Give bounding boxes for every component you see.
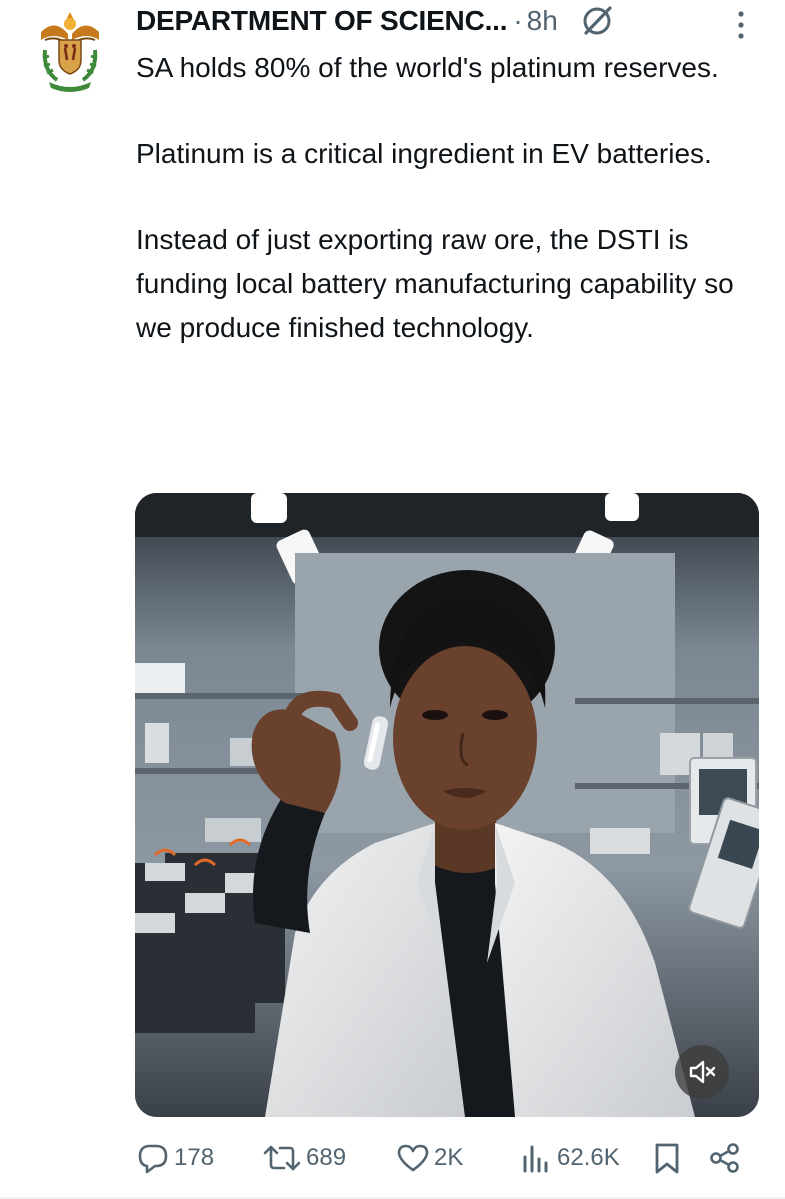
bookmark-button[interactable]: [652, 1136, 682, 1180]
mute-button[interactable]: [675, 1045, 729, 1099]
like-count: 2K: [434, 1144, 464, 1171]
share-icon: [710, 1143, 739, 1173]
post-text: SA holds 80% of the world's platinum res…: [136, 46, 756, 350]
post-paragraph: Instead of just exporting raw ore, the D…: [136, 224, 734, 343]
lab-scientist-image: [135, 493, 759, 1117]
more-options-icon[interactable]: [733, 10, 749, 40]
post-paragraph: SA holds 80% of the world's platinum res…: [136, 52, 719, 83]
separator-dot: ·: [513, 5, 523, 36]
share-button[interactable]: [708, 1136, 742, 1180]
repost-count: 689: [306, 1144, 347, 1171]
mute-icon: [689, 1060, 716, 1084]
repost-button[interactable]: 689: [262, 1136, 346, 1180]
reply-count: 178: [174, 1144, 215, 1171]
repost-icon: [263, 1145, 301, 1171]
post-video[interactable]: [135, 493, 759, 1117]
like-icon: [397, 1144, 429, 1172]
grok-icon[interactable]: [580, 4, 614, 38]
bookmark-icon: [655, 1143, 679, 1174]
author-avatar[interactable]: [35, 10, 105, 94]
coat-of-arms-avatar: [41, 12, 99, 92]
reply-icon: [138, 1144, 168, 1174]
post-paragraph: Platinum is a critical ingredient in EV …: [136, 138, 712, 169]
post-header: DEPARTMENT OF SCIENC... · 8h: [136, 4, 614, 38]
like-button[interactable]: 2K: [396, 1136, 463, 1180]
author-name[interactable]: DEPARTMENT OF SCIENC...: [136, 5, 508, 37]
views-button[interactable]: 62.6K: [519, 1136, 620, 1180]
post-timestamp[interactable]: 8h: [527, 5, 558, 37]
action-bar: 178 689 2K 62.6K: [136, 1136, 746, 1180]
views-icon: [523, 1145, 548, 1173]
reply-button[interactable]: 178: [136, 1136, 214, 1180]
views-count: 62.6K: [557, 1144, 620, 1171]
